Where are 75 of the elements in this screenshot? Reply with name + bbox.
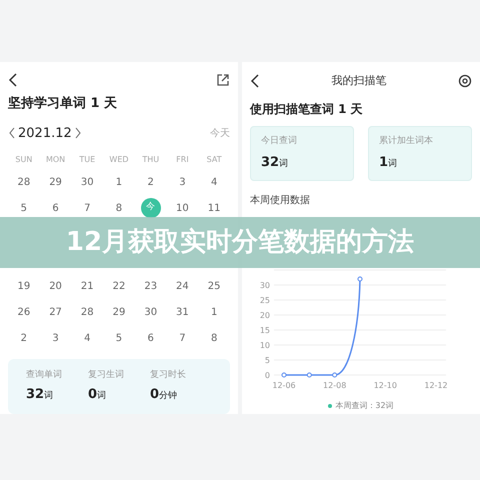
calendar-day[interactable]: 22 [110, 278, 128, 294]
weekday-label: MON [44, 154, 66, 166]
calendar-day[interactable]: 29 [47, 174, 64, 190]
calendar-day[interactable]: 10 [174, 200, 191, 216]
legend-label: 本周查词：32词 [335, 400, 394, 412]
screen-title: 我的扫描笔 [332, 72, 386, 89]
calendar-day[interactable]: 21 [78, 278, 96, 294]
axis-label: 25 [260, 296, 270, 305]
stat-label: 查询单词 [26, 369, 62, 382]
axis-label: 20 [260, 311, 270, 320]
axis-label: 10 [260, 341, 270, 350]
calendar-day[interactable]: 28 [15, 174, 32, 190]
calendar-day[interactable]: 1 [208, 304, 220, 320]
weekday-label: FRI [175, 154, 190, 166]
calendar-day[interactable]: 6 [50, 200, 61, 216]
calendar-day[interactable]: 4 [82, 330, 92, 346]
calendar-day[interactable]: 7 [177, 330, 188, 346]
calendar-day[interactable]: 6 [146, 330, 156, 346]
back-icon[interactable] [250, 74, 260, 88]
calendar-day[interactable]: 4 [208, 174, 220, 190]
weekday-label: THU [141, 154, 160, 166]
share-icon[interactable] [216, 73, 230, 87]
stat-value: 0分钟 [150, 386, 178, 404]
stat-value: 0词 [88, 386, 106, 404]
calendar-day[interactable]: 31 [174, 304, 191, 320]
weekday-label: SAT [206, 154, 223, 166]
next-icon[interactable] [74, 127, 82, 140]
stat-label: 复习时长 [150, 369, 186, 382]
calendar-day[interactable]: 24 [174, 278, 191, 294]
back-icon[interactable] [8, 73, 18, 87]
calendar-day[interactable]: 25 [206, 278, 222, 294]
calendar-day[interactable]: 11 [206, 200, 222, 216]
calendar-day[interactable]: 29 [110, 304, 128, 320]
calendar-day[interactable]: 20 [47, 278, 64, 294]
calendar-day[interactable]: 27 [47, 304, 64, 320]
stat-label: 今日查词 [261, 135, 298, 148]
axis-label: 12-12 [424, 381, 448, 390]
stat-value: 32词 [261, 154, 290, 172]
page-heading: 使用扫描笔查词 1 天 [250, 101, 364, 118]
calendar-day[interactable]: 30 [78, 174, 96, 190]
calendar-day[interactable]: 1 [114, 174, 124, 190]
stat-value: 32词 [26, 386, 54, 404]
calendar-day[interactable]: 28 [78, 304, 96, 320]
weekday-label: WED [108, 154, 130, 166]
axis-label: 5 [264, 356, 270, 365]
calendar-day[interactable]: 30 [142, 304, 160, 320]
calendar-day[interactable]: 5 [18, 200, 30, 216]
settings-icon[interactable] [458, 74, 472, 88]
month-label: 2021.12 [18, 124, 72, 142]
section-title: 本周使用数据 [250, 194, 311, 208]
stat-label: 复习生词 [88, 369, 124, 382]
axis-label: 12-06 [272, 381, 296, 390]
calendar-day[interactable]: 5 [114, 330, 124, 346]
calendar-day[interactable]: 3 [50, 330, 61, 346]
calendar-day[interactable]: 2 [18, 330, 30, 346]
calendar-day[interactable]: 2 [146, 174, 156, 190]
axis-label: 15 [260, 326, 270, 335]
calendar-day[interactable]: 3 [177, 174, 188, 190]
axis-label: 30 [260, 281, 270, 290]
stat-label: 累计加生词本 [379, 135, 434, 148]
weekday-label: SUN [14, 154, 34, 166]
axis-label: 12-10 [374, 381, 397, 390]
title-banner: 12月获取实时分笔数据的方法 [0, 217, 480, 268]
calendar-day[interactable]: 8 [114, 200, 124, 216]
weekday-label: TUE [78, 154, 96, 166]
calendar-day[interactable]: 8 [208, 330, 220, 346]
calendar-day[interactable]: 7 [82, 200, 92, 216]
calendar-day[interactable]: 19 [15, 278, 32, 294]
calendar-day[interactable]: 23 [142, 278, 160, 294]
calendar-day[interactable]: 26 [15, 304, 32, 320]
page-heading: 坚持学习单词 1 天 [8, 95, 118, 113]
previous-icon[interactable] [8, 127, 16, 140]
axis-label: 12-08 [323, 381, 346, 390]
stat-value: 1词 [379, 154, 398, 172]
axis-label: 0 [264, 371, 270, 380]
